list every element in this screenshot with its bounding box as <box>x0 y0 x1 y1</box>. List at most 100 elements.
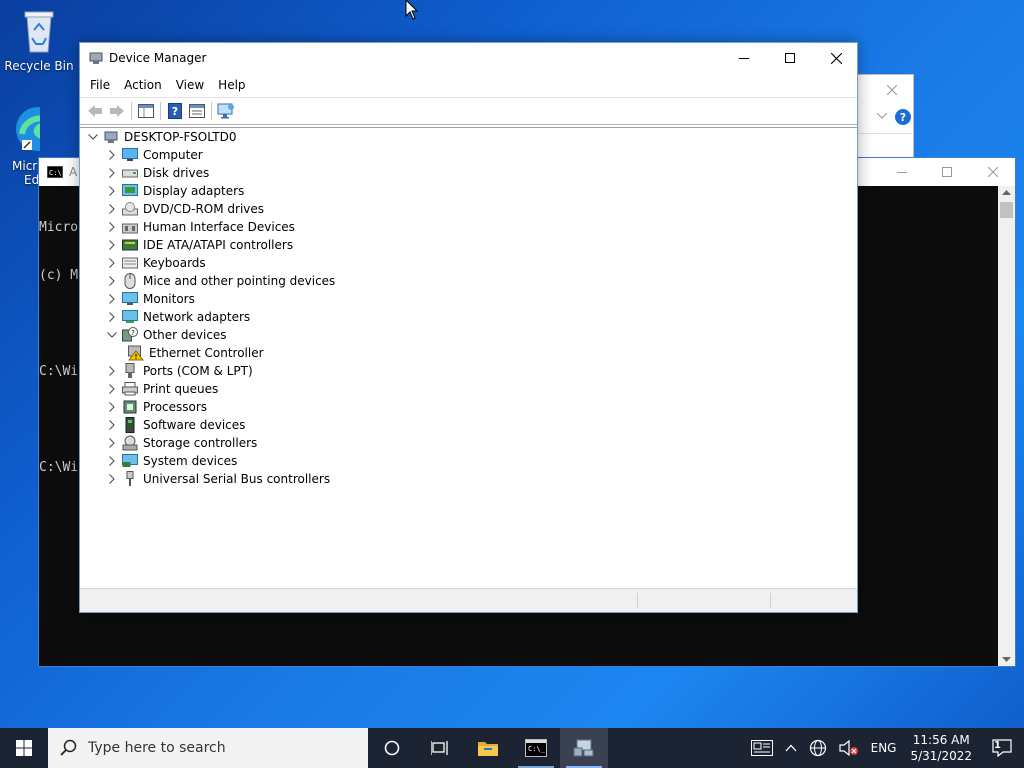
tree-item-label: Monitors <box>143 292 195 306</box>
svg-text:C:\: C:\ <box>49 169 62 177</box>
chevron-right-icon[interactable] <box>105 274 119 288</box>
tree-category[interactable]: Software devices <box>80 416 857 434</box>
tree-category[interactable]: Storage controllers <box>80 434 857 452</box>
chevron-right-icon[interactable] <box>105 454 119 468</box>
help-circle-icon[interactable]: ? <box>895 109 911 125</box>
tree-root[interactable]: DESKTOP-FSOLTD0 <box>80 128 857 146</box>
properties-button[interactable] <box>186 100 208 122</box>
menu-action[interactable]: Action <box>117 78 169 92</box>
device-manager-taskbar-button[interactable] <box>560 728 608 768</box>
other-devices-icon: ? <box>122 327 138 343</box>
taskbar-search-box[interactable]: Type here to search <box>48 728 368 768</box>
scroll-down-icon[interactable] <box>998 652 1015 666</box>
tree-category[interactable]: Print queues <box>80 380 857 398</box>
menu-view[interactable]: View <box>169 78 211 92</box>
tree-category[interactable]: Universal Serial Bus controllers <box>80 470 857 488</box>
menu-file[interactable]: File <box>83 78 117 92</box>
chevron-right-icon[interactable] <box>105 184 119 198</box>
chevron-down-icon[interactable] <box>877 113 887 119</box>
chevron-right-icon[interactable] <box>105 472 119 486</box>
edge-icon <box>16 107 40 151</box>
tree-category[interactable]: Keyboards <box>80 254 857 272</box>
tree-category[interactable]: Computer <box>80 146 857 164</box>
tree-item-label: Print queues <box>143 382 219 396</box>
news-icon <box>750 740 773 756</box>
edge-desktop-icon[interactable]: Micr Ed <box>0 104 40 187</box>
scroll-up-icon[interactable] <box>998 186 1015 200</box>
chevron-right-icon[interactable] <box>105 148 119 162</box>
tree-category[interactable]: IDE ATA/ATAPI controllers <box>80 236 857 254</box>
maximize-icon[interactable] <box>942 167 952 177</box>
chevron-right-icon[interactable] <box>105 256 119 270</box>
file-explorer-taskbar-button[interactable] <box>464 728 512 768</box>
svg-text:?: ? <box>131 329 135 337</box>
chevron-right-icon[interactable] <box>105 310 119 324</box>
tree-child-item[interactable]: Ethernet Controller <box>80 344 857 362</box>
chevron-right-icon[interactable] <box>105 364 119 378</box>
recycle-bin-desktop-icon[interactable]: Recycle Bin <box>1 8 77 73</box>
chevron-right-icon[interactable] <box>105 220 119 234</box>
tree-category[interactable]: Mice and other pointing devices <box>80 272 857 290</box>
news-widget-button[interactable] <box>745 728 779 768</box>
close-icon[interactable] <box>988 167 998 177</box>
close-button[interactable] <box>813 43 859 73</box>
tree-category[interactable]: System devices <box>80 452 857 470</box>
tree-category[interactable]: Monitors <box>80 290 857 308</box>
task-view-button[interactable] <box>416 728 464 768</box>
back-button[interactable] <box>84 100 106 122</box>
system-tray: ENG 11:56 AM 5/31/2022 1 <box>745 728 1024 768</box>
tree-category[interactable]: Disk drives <box>80 164 857 182</box>
device-manager-window[interactable]: Device Manager File Action View Help ? D… <box>79 42 858 613</box>
chevron-right-icon[interactable] <box>105 238 119 252</box>
close-icon[interactable] <box>887 85 897 95</box>
scroll-thumb[interactable] <box>1000 202 1013 218</box>
tree-category[interactable]: DVD/CD-ROM drives <box>80 200 857 218</box>
computer-root-icon <box>103 129 119 145</box>
maximize-button[interactable] <box>767 43 813 73</box>
back-icon <box>88 105 102 117</box>
clock[interactable]: 11:56 AM 5/31/2022 <box>902 732 980 764</box>
language-indicator[interactable]: ENG <box>865 728 903 768</box>
cortana-button[interactable] <box>368 728 416 768</box>
console-scrollbar[interactable] <box>998 186 1015 666</box>
network-tray-button[interactable] <box>803 728 833 768</box>
tree-category[interactable]: Display adapters <box>80 182 857 200</box>
chevron-down-icon[interactable] <box>105 328 119 342</box>
tree-category[interactable]: Ports (COM & LPT) <box>80 362 857 380</box>
volume-tray-button[interactable] <box>833 728 865 768</box>
chevron-down-icon[interactable] <box>86 130 100 144</box>
help-button[interactable]: ? <box>164 100 186 122</box>
device-tree[interactable]: DESKTOP-FSOLTD0 Computer Disk drives Displ… <box>80 127 857 588</box>
tree-category[interactable]: Processors <box>80 398 857 416</box>
command-prompt-taskbar-button[interactable]: C:\_ <box>512 728 560 768</box>
tree-item-label: Ethernet Controller <box>149 346 264 360</box>
tree-category[interactable]: Human Interface Devices <box>80 218 857 236</box>
tree-item-label: Display adapters <box>143 184 245 198</box>
menu-help[interactable]: Help <box>211 78 252 92</box>
chevron-right-icon[interactable] <box>105 418 119 432</box>
chevron-right-icon[interactable] <box>105 400 119 414</box>
console-output: Micro (c) M C:\Wi C:\Wi <box>39 188 78 508</box>
chevron-right-icon[interactable] <box>105 202 119 216</box>
chevron-right-icon[interactable] <box>105 166 119 180</box>
forward-button[interactable] <box>106 100 128 122</box>
tree-category[interactable]: Network adapters <box>80 308 857 326</box>
chevron-right-icon[interactable] <box>105 292 119 306</box>
show-hidden-icons-button[interactable] <box>779 728 803 768</box>
scan-hardware-button[interactable] <box>215 100 237 122</box>
start-button[interactable] <box>0 728 48 768</box>
tree-category[interactable]: ? Other devices <box>80 326 857 344</box>
tree-item-label: Processors <box>143 400 208 414</box>
titlebar[interactable]: Device Manager <box>80 43 857 73</box>
chevron-right-icon[interactable] <box>105 382 119 396</box>
tree-item-label: Other devices <box>143 328 227 342</box>
show-hide-console-tree-button[interactable] <box>135 100 157 122</box>
window-title: Device Manager <box>109 51 207 65</box>
tree-item-label: Computer <box>143 148 203 162</box>
action-center-button[interactable]: 1 <box>980 728 1024 768</box>
minimize-button[interactable] <box>721 43 767 73</box>
globe-network-icon <box>809 739 826 757</box>
minimize-icon[interactable] <box>897 172 907 174</box>
chevron-right-icon[interactable] <box>105 436 119 450</box>
